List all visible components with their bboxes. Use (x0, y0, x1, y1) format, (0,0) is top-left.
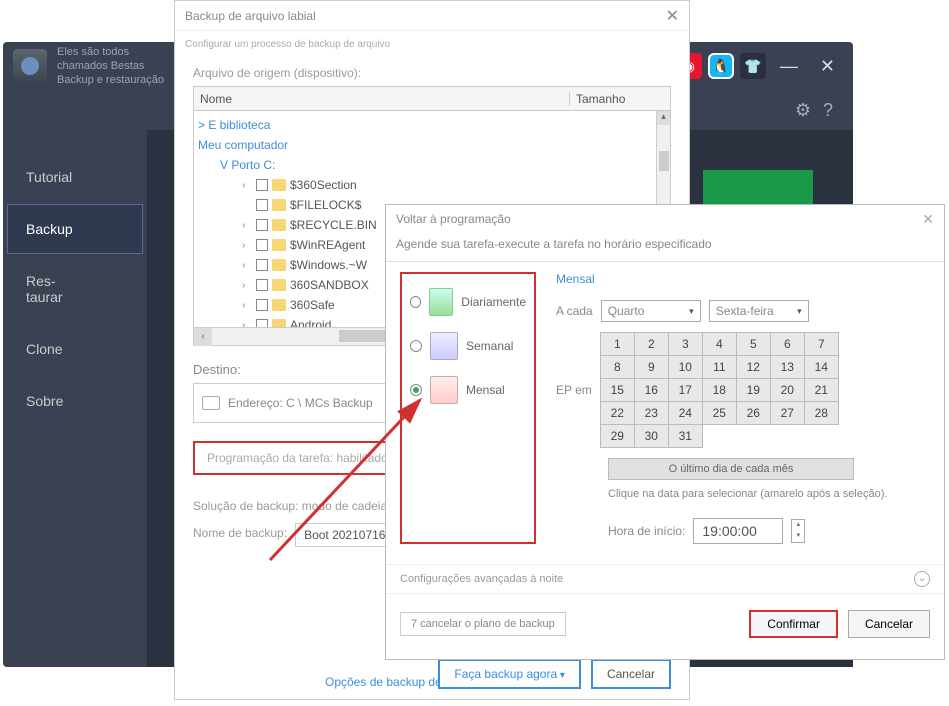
calendar-day[interactable]: 31 (668, 425, 702, 448)
calendar-day[interactable]: 10 (668, 356, 702, 379)
minimize-button[interactable]: — (772, 56, 806, 77)
calendar-day[interactable]: 24 (668, 402, 702, 425)
weekday-select[interactable]: Sexta-feira (709, 300, 809, 322)
calendar-day[interactable]: 22 (600, 402, 634, 425)
calendar-day[interactable]: 30 (634, 425, 668, 448)
tshirt-icon[interactable]: 👕 (740, 53, 766, 79)
cancel-button-2[interactable]: Cancelar (848, 610, 930, 638)
cancel-plan-button[interactable]: 7 cancelar o plano de backup (400, 612, 566, 636)
calendar-day[interactable]: 28 (804, 402, 838, 425)
schedule-dialog: Voltar à programação ✕ Agende sua tarefa… (385, 204, 945, 660)
calendar-day[interactable]: 19 (736, 379, 770, 402)
time-label: Hora de início: (608, 524, 685, 538)
backup-now-button[interactable]: Faça backup agora (438, 659, 581, 689)
close-button[interactable]: ✕ (812, 56, 843, 77)
calendar-day[interactable]: 3 (668, 333, 702, 356)
calendar-day[interactable]: 27 (770, 402, 804, 425)
dialog2-close-button[interactable]: ✕ (922, 211, 934, 228)
panel-title: Mensal (556, 272, 930, 286)
sidebar-item-tutorial[interactable]: Tutorial (7, 152, 143, 202)
sidebar: Tutorial Backup Res- taurar Clone Sobre (3, 130, 147, 667)
dialog1-title: Backup de arquivo labial (185, 9, 316, 23)
calendar-day[interactable]: 15 (600, 379, 634, 402)
chevron-down-icon: ⌄ (914, 571, 930, 587)
drive-icon (202, 396, 220, 410)
confirm-button[interactable]: Confirmar (749, 610, 838, 638)
calendar-day[interactable]: 14 (804, 356, 838, 379)
calendar-day[interactable]: 26 (736, 402, 770, 425)
schedule-status[interactable]: Programação da tarefa: habilitado (193, 441, 402, 475)
sidebar-item-clone[interactable]: Clone (7, 324, 143, 374)
time-spinner[interactable]: ▴▾ (791, 519, 805, 543)
month-panel: Mensal A cada Quarto Sexta-feira EP em 1… (556, 272, 930, 544)
calendar-day[interactable]: 12 (736, 356, 770, 379)
ep-label: EP em (556, 383, 592, 397)
sidebar-item-backup[interactable]: Backup (7, 204, 143, 254)
ordinal-select[interactable]: Quarto (601, 300, 701, 322)
last-day-button[interactable]: O último dia de cada mês (608, 458, 854, 480)
calendar-day[interactable]: 2 (634, 333, 668, 356)
source-label: Arquivo de origem (dispositivo): (193, 66, 671, 80)
col-size[interactable]: Tamanho (570, 92, 670, 106)
app-title: Eles são todos chamados Bestas Backup e … (57, 45, 164, 88)
help-icon[interactable]: ? (823, 100, 833, 121)
calendar-day[interactable]: 18 (702, 379, 736, 402)
calendar-hint: Clique na data para selecionar (amarelo … (608, 488, 930, 500)
dialog2-title: Voltar à programação (396, 212, 511, 226)
calendar-day[interactable]: 20 (770, 379, 804, 402)
calendar-day[interactable]: 25 (702, 402, 736, 425)
sidebar-item-restore[interactable]: Res- taurar (7, 256, 143, 322)
calendar-day[interactable]: 13 (770, 356, 804, 379)
calendar-day[interactable]: 7 (804, 333, 838, 356)
freq-monthly[interactable]: Mensal (410, 368, 526, 412)
cancel-button[interactable]: Cancelar (591, 659, 671, 689)
calendar-day[interactable]: 8 (600, 356, 634, 379)
calendar-day[interactable]: 11 (702, 356, 736, 379)
dialog1-subtitle: Configurar um processo de backup de arqu… (175, 31, 689, 54)
name-label: Nome de backup: (193, 526, 287, 540)
calendar-day[interactable]: 5 (736, 333, 770, 356)
calendar-day[interactable]: 17 (668, 379, 702, 402)
calendar-day[interactable]: 4 (702, 333, 736, 356)
every-label: A cada (556, 304, 593, 318)
freq-weekly[interactable]: Semanal (410, 324, 526, 368)
calendar-day[interactable]: 6 (770, 333, 804, 356)
freq-daily[interactable]: Diariamente (410, 280, 526, 324)
calendar[interactable]: 1234567891011121314151617181920212223242… (600, 332, 839, 448)
qq-icon[interactable]: 🐧 (708, 53, 734, 79)
frequency-panel: Diariamente Semanal Mensal (400, 272, 536, 544)
gear-icon[interactable]: ⚙ (795, 100, 811, 121)
app-icon (13, 49, 47, 83)
time-input[interactable] (693, 518, 783, 544)
advanced-settings[interactable]: Configurações avançadas à noite ⌄ (386, 564, 944, 594)
col-name[interactable]: Nome (194, 92, 570, 106)
calendar-day[interactable]: 23 (634, 402, 668, 425)
sidebar-item-about[interactable]: Sobre (7, 376, 143, 426)
calendar-day[interactable]: 9 (634, 356, 668, 379)
dialog1-close-button[interactable]: ✕ (666, 6, 679, 26)
calendar-day[interactable]: 21 (804, 379, 838, 402)
calendar-day[interactable]: 16 (634, 379, 668, 402)
dialog2-subtitle: Agende sua tarefa-execute a tarefa no ho… (386, 233, 944, 262)
calendar-day[interactable]: 1 (600, 333, 634, 356)
calendar-day[interactable]: 29 (600, 425, 634, 448)
